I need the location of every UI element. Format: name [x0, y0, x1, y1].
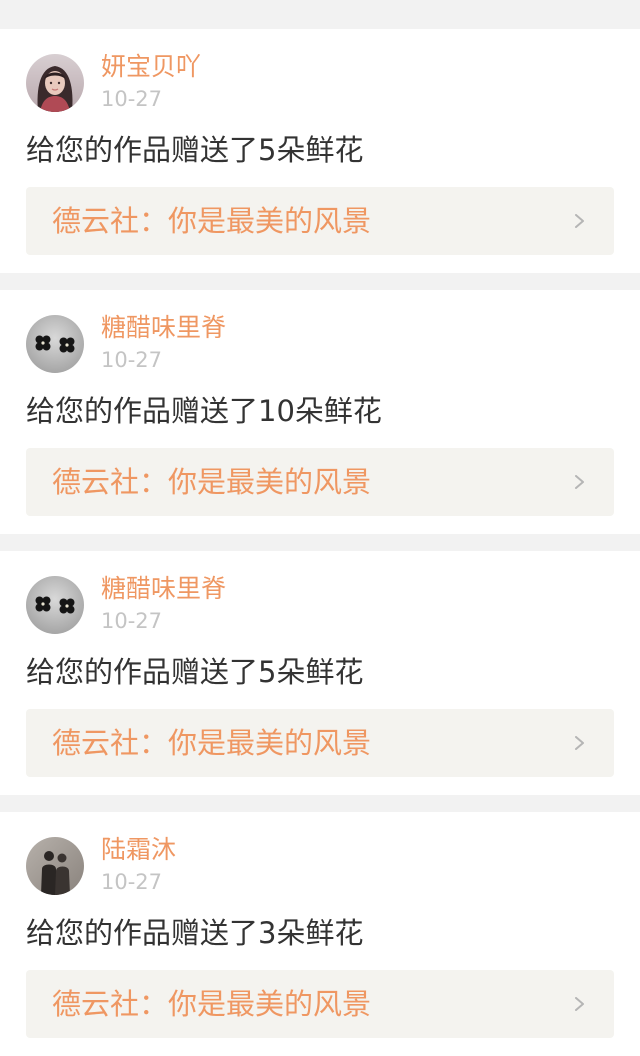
work-link[interactable]: 德云社：你是最美的风景: [26, 970, 614, 1038]
notification-card: 妍宝贝吖 10-27 给您的作品赠送了5朵鲜花 德云社：你是最美的风景: [0, 29, 640, 273]
gift-message: 给您的作品赠送了3朵鲜花: [26, 916, 364, 950]
work-link[interactable]: 德云社：你是最美的风景: [26, 709, 614, 777]
gift-message: 给您的作品赠送了5朵鲜花: [26, 133, 364, 167]
notification-card: 糖醋味里脊 10-27 给您的作品赠送了10朵鲜花 德云社：你是最美的风景: [0, 290, 640, 534]
username[interactable]: 糖醋味里脊: [101, 312, 226, 344]
timestamp: 10-27: [101, 87, 163, 111]
black-flower-earrings-avatar-icon: [26, 315, 84, 373]
avatar[interactable]: [26, 54, 84, 112]
chevron-right-icon: [574, 214, 586, 228]
girl-portrait-avatar-icon: [26, 54, 84, 112]
work-link[interactable]: 德云社：你是最美的风景: [26, 187, 614, 255]
avatar[interactable]: [26, 315, 84, 373]
chevron-right-icon: [574, 475, 586, 489]
timestamp: 10-27: [101, 609, 163, 633]
timestamp: 10-27: [101, 870, 163, 894]
gift-message: 给您的作品赠送了5朵鲜花: [26, 655, 364, 689]
chevron-right-icon: [574, 997, 586, 1011]
username[interactable]: 妍宝贝吖: [101, 51, 201, 83]
chevron-right-icon: [574, 736, 586, 750]
work-link[interactable]: 德云社：你是最美的风景: [26, 448, 614, 516]
username[interactable]: 陆霜沐: [101, 834, 176, 866]
work-title: 德云社：你是最美的风景: [52, 987, 372, 1021]
avatar[interactable]: [26, 576, 84, 634]
gift-message: 给您的作品赠送了10朵鲜花: [26, 394, 382, 428]
notification-card: 陆霜沐 10-27 给您的作品赠送了3朵鲜花 德云社：你是最美的风景: [0, 812, 640, 1056]
work-title: 德云社：你是最美的风景: [52, 726, 372, 760]
work-title: 德云社：你是最美的风景: [52, 465, 372, 499]
two-people-silhouette-avatar-icon: [26, 837, 84, 895]
username[interactable]: 糖醋味里脊: [101, 573, 226, 605]
gift-notification-feed: 妍宝贝吖 10-27 给您的作品赠送了5朵鲜花 德云社：你是最美的风景 糖醋味里…: [0, 0, 640, 1056]
work-title: 德云社：你是最美的风景: [52, 204, 372, 238]
timestamp: 10-27: [101, 348, 163, 372]
notification-card: 糖醋味里脊 10-27 给您的作品赠送了5朵鲜花 德云社：你是最美的风景: [0, 551, 640, 795]
avatar[interactable]: [26, 837, 84, 895]
black-flower-earrings-avatar-icon: [26, 576, 84, 634]
